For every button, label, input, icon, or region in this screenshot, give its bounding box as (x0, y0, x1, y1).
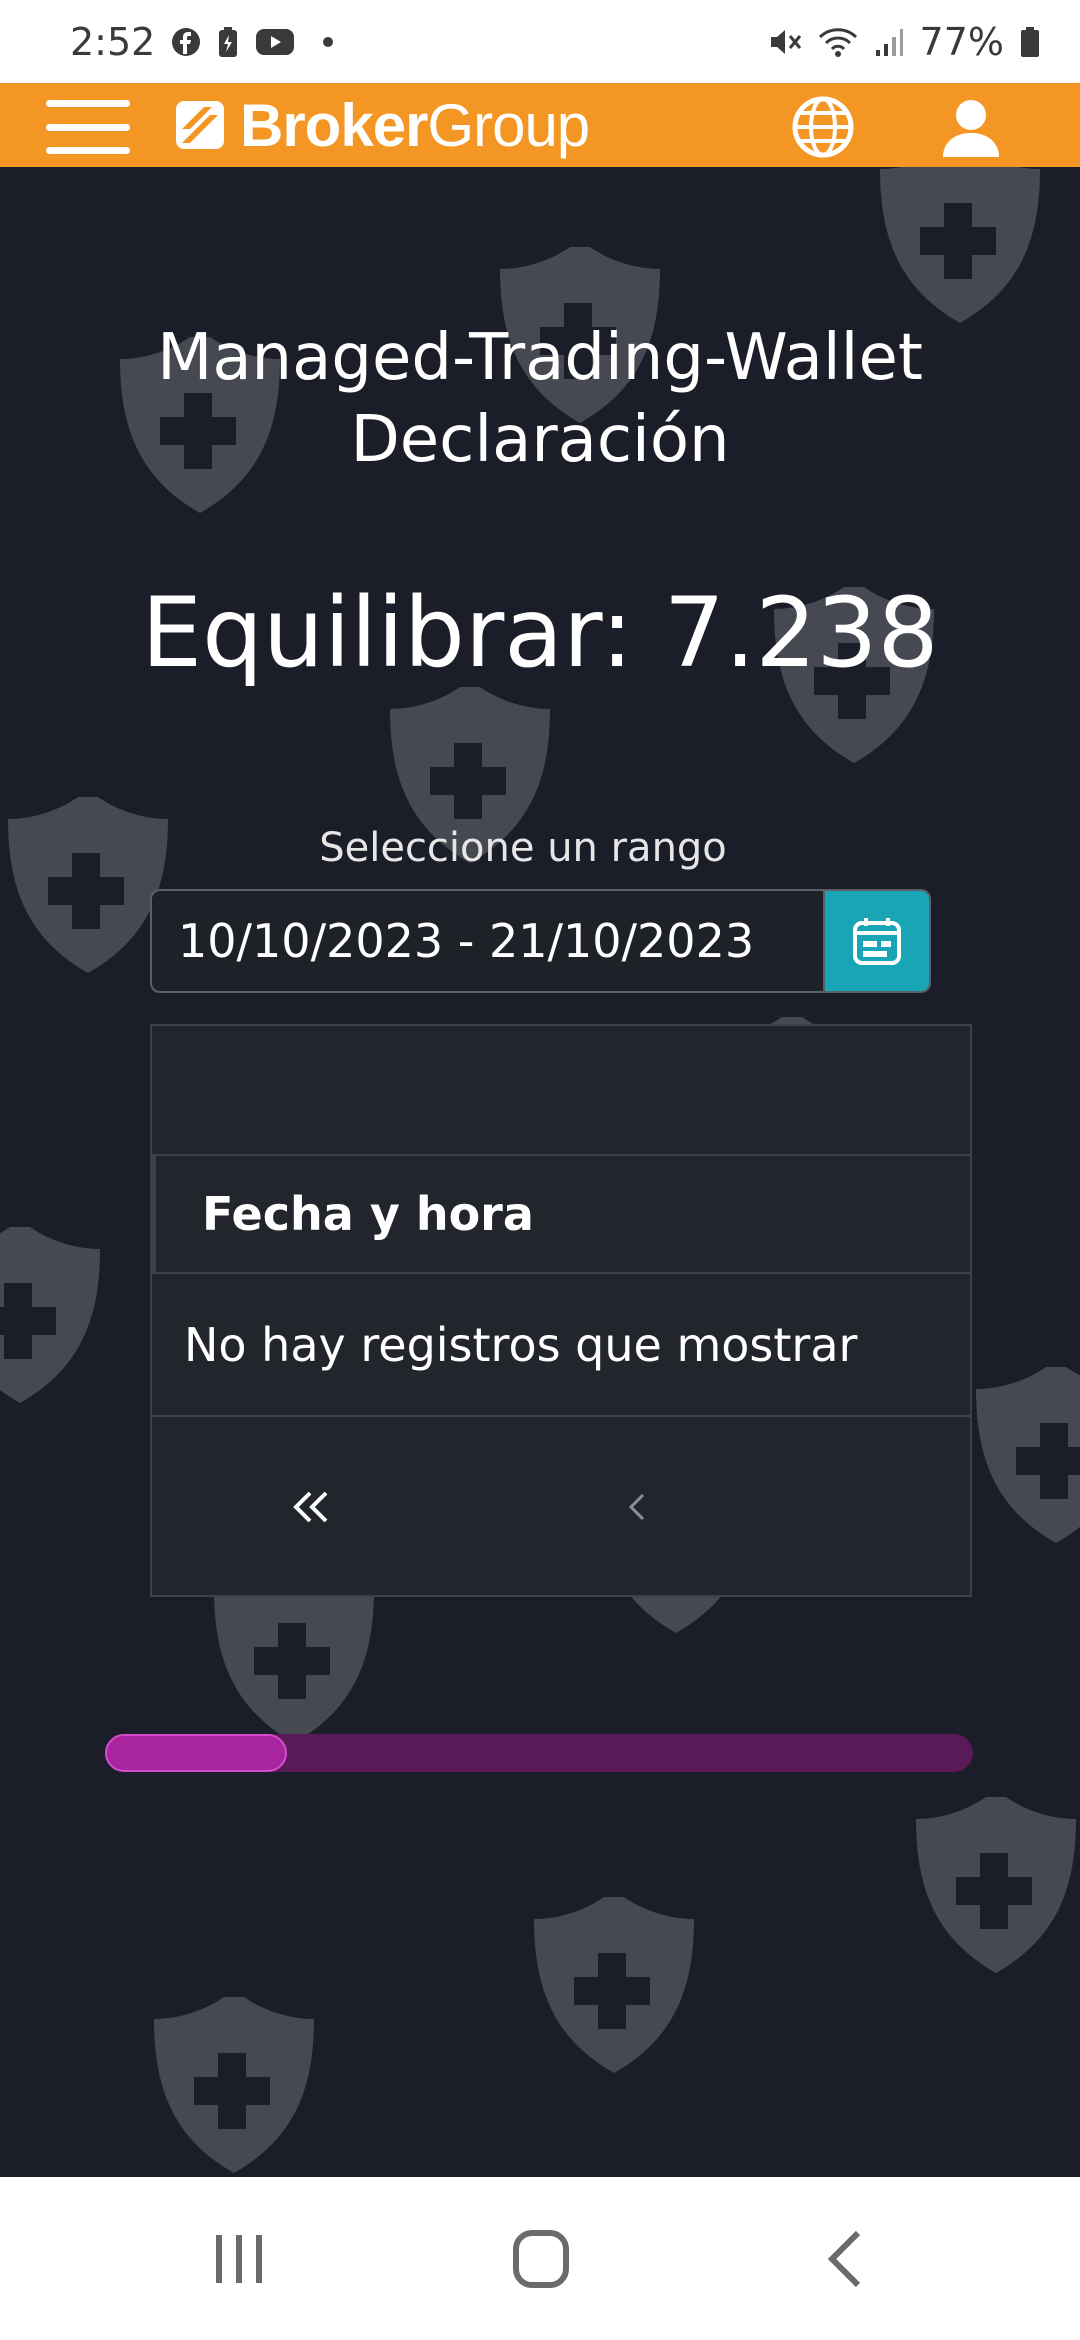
facebook-icon (171, 27, 201, 57)
shield-watermark-icon (976, 1367, 1080, 1543)
pagination (152, 1417, 970, 1595)
battery-icon (1020, 26, 1040, 58)
battery-saver-icon (217, 26, 239, 58)
hamburger-line (46, 147, 130, 154)
shield-watermark-icon (0, 1227, 100, 1403)
brand-logo-icon (176, 101, 224, 149)
battery-percent: 77% (919, 19, 1004, 64)
brand-name-light: Group (427, 91, 590, 159)
language-button[interactable] (788, 95, 858, 159)
balance-value: 7.238 (663, 577, 939, 689)
first-page-button[interactable] (282, 1477, 342, 1537)
user-icon (943, 100, 999, 157)
back-button[interactable] (812, 2227, 882, 2291)
status-bar: 2:52 77% (0, 0, 1080, 83)
app-header: BrokerGroup (0, 83, 1080, 167)
horizontal-scrollbar[interactable] (105, 1734, 973, 1772)
main-content: Managed-Trading-Wallet Declaración Equil… (0, 167, 1080, 2177)
brand-name-strong: Broker (240, 91, 428, 159)
youtube-icon (255, 27, 295, 57)
mute-icon (768, 26, 802, 58)
signal-icon (874, 26, 904, 58)
page-title: Managed-Trading-Wallet Declaración (0, 317, 1080, 481)
balance-label: Equilibrar: (141, 577, 634, 689)
chevron-left-icon (628, 1493, 645, 1521)
calendar-icon (853, 918, 901, 965)
empty-message: No hay registros que mostrar (152, 1274, 970, 1417)
menu-button[interactable] (46, 100, 130, 154)
brand-name: BrokerGroup (240, 91, 590, 160)
screen: 2:52 77% BrokerGroup Managed-Trading-Wal… (0, 0, 1080, 2340)
back-icon (827, 2230, 861, 2288)
navigation-bar (0, 2177, 1080, 2340)
calendar-button[interactable] (823, 891, 929, 991)
shield-watermark-icon (880, 167, 1040, 323)
hamburger-line (46, 123, 130, 131)
balance-display: Equilibrar: 7.238 (0, 577, 1080, 689)
page-title-line2: Declaración (350, 403, 730, 477)
shield-watermark-icon (916, 1797, 1076, 1973)
records-table: Fecha y hora No hay registros que mostra… (150, 1024, 972, 1597)
status-bar-right: 77% (768, 20, 1040, 64)
brand-logo[interactable]: BrokerGroup (174, 91, 590, 160)
wifi-icon (818, 26, 858, 58)
double-chevron-left-icon (293, 1491, 328, 1523)
hamburger-line (46, 100, 130, 107)
globe-icon (792, 96, 854, 158)
scrollbar-thumb[interactable] (105, 1734, 287, 1772)
page-title-line1: Managed-Trading-Wallet (157, 321, 923, 395)
status-time: 2:52 (70, 19, 156, 64)
home-icon (513, 2230, 569, 2288)
range-label: Seleccione un rango (319, 825, 727, 871)
account-button[interactable] (938, 97, 1004, 159)
shield-watermark-icon (534, 1897, 694, 2073)
shield-watermark-icon (154, 1997, 314, 2173)
date-range-input[interactable] (152, 891, 823, 991)
more-dot-icon (323, 36, 334, 47)
status-bar-left: 2:52 (70, 19, 334, 64)
recents-button[interactable] (204, 2229, 274, 2289)
previous-page-button[interactable] (606, 1477, 666, 1537)
date-range-field (150, 889, 931, 993)
home-button[interactable] (506, 2229, 576, 2289)
column-header-datetime[interactable]: Fecha y hora (152, 1156, 970, 1274)
table-toolbar (152, 1026, 970, 1156)
recents-icon (216, 2235, 262, 2283)
shield-watermark-icon (8, 797, 168, 973)
